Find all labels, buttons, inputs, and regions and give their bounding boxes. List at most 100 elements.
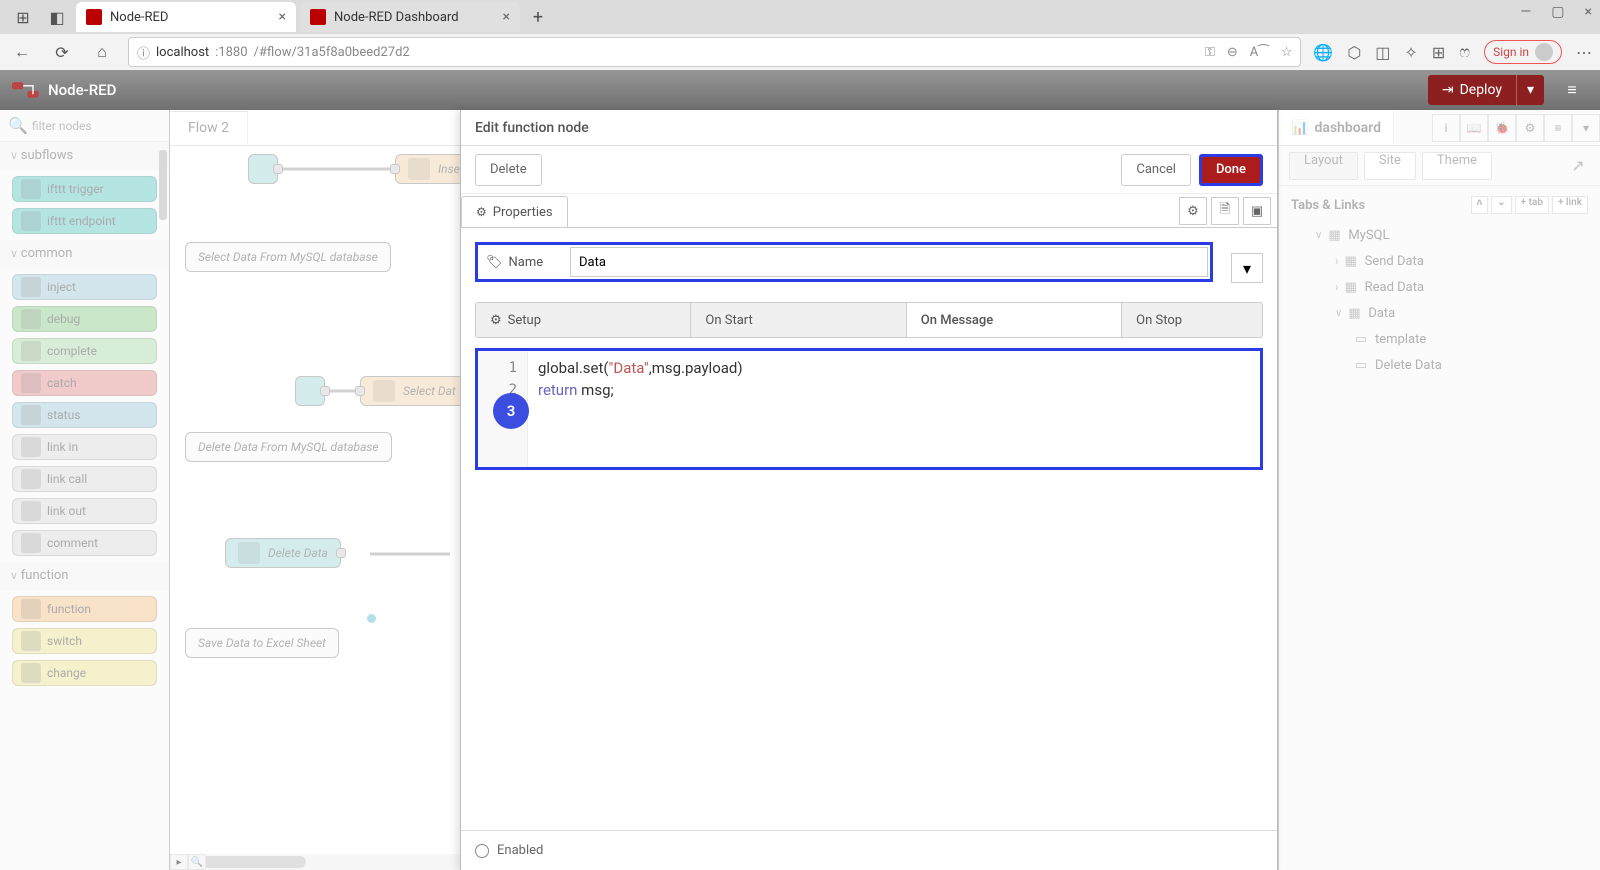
node-link-out[interactable]: link out [12, 498, 157, 524]
node-function[interactable]: function [12, 596, 157, 622]
canvas-node-inject[interactable] [295, 376, 325, 406]
close-window-icon[interactable]: × [1585, 4, 1592, 20]
deploy-caret-icon[interactable]: ▾ [1517, 82, 1544, 98]
node-switch[interactable]: switch [12, 628, 157, 654]
minimize-icon[interactable]: — [1520, 4, 1531, 20]
node-link-in[interactable]: link in [12, 434, 157, 460]
split-icon[interactable]: ◫ [1375, 43, 1390, 62]
debug-icon[interactable]: 🐞 [1488, 114, 1516, 142]
dashboard-tree: ▦MySQL ▦Send Data ▦Read Data ▦Data ▭temp… [1291, 222, 1588, 378]
code-editor[interactable]: 12 global.set("Data",msg.payload) return… [475, 348, 1263, 470]
name-input[interactable] [570, 247, 1208, 277]
book-icon[interactable]: 📖 [1460, 114, 1488, 142]
add-tab-button[interactable]: + tab [1515, 196, 1549, 214]
close-icon[interactable]: × [279, 9, 286, 25]
context-icon[interactable]: ≡ [1544, 114, 1572, 142]
node-complete[interactable]: complete [12, 338, 157, 364]
enabled-radio[interactable] [475, 844, 489, 858]
node-inject[interactable]: inject [12, 274, 157, 300]
browser-tab-2[interactable]: Node-RED Dashboard × [300, 2, 520, 32]
doc-icon-btn[interactable]: 🗎 [1211, 197, 1239, 225]
canvas-node[interactable]: Delete Data [225, 538, 341, 568]
workspace-icon[interactable]: ⊞ [8, 2, 38, 32]
sub-theme[interactable]: Theme [1422, 152, 1492, 180]
node-status[interactable]: status [12, 402, 157, 428]
palette-scrollbar[interactable] [159, 150, 167, 220]
puzzle-icon[interactable]: ⬡ [1347, 43, 1361, 62]
tab-onstart[interactable]: On Start [691, 303, 906, 337]
name-ext-btn[interactable]: ▾ [1231, 253, 1263, 283]
close-icon[interactable]: × [503, 9, 510, 25]
home-icon[interactable]: ⌂ [88, 38, 116, 66]
down-icon[interactable]: ⌄ [1491, 196, 1511, 214]
caret-icon[interactable]: ▾ [1572, 114, 1600, 142]
tree-item-mysql[interactable]: ▦MySQL [1291, 222, 1588, 248]
back-icon[interactable]: ← [8, 38, 36, 66]
sub-site[interactable]: Site [1364, 152, 1416, 180]
address-bar[interactable]: ⓘ localhost:1880/#flow/31a5f8a0beed27d2 … [128, 37, 1301, 67]
canvas-node[interactable]: Save Data to Excel Sheet [185, 628, 339, 658]
cancel-button[interactable]: Cancel [1121, 154, 1191, 186]
node-ifttt-trigger[interactable]: ifttt trigger [12, 176, 157, 202]
ext-icon[interactable]: 🌐 [1313, 43, 1333, 62]
node-comment[interactable]: comment [12, 530, 157, 556]
new-tab-button[interactable]: + [524, 3, 552, 31]
node-catch[interactable]: catch [12, 370, 157, 396]
filter-input[interactable] [32, 119, 161, 133]
cat-common[interactable]: common [0, 240, 169, 268]
cat-subflows[interactable]: subflows [0, 142, 169, 170]
canvas-node[interactable]: Select Dat [360, 376, 469, 406]
node-debug[interactable]: debug [12, 306, 157, 332]
tab-onstop[interactable]: On Stop [1122, 303, 1262, 337]
read-icon[interactable]: A⁀ [1250, 45, 1269, 60]
tabs-links-label: Tabs & Links [1291, 198, 1365, 213]
deploy-button[interactable]: ⇥ Deploy ▾ [1428, 75, 1544, 105]
node-icon-btn[interactable]: ▣ [1243, 197, 1271, 225]
key-icon[interactable]: ⚿ [1205, 45, 1215, 60]
flow-tab[interactable]: Flow 2 [170, 111, 248, 144]
refresh-icon[interactable]: ⟳ [48, 38, 76, 66]
fav-icon[interactable]: ✧ [1404, 43, 1417, 62]
node-link-call[interactable]: link call [12, 466, 157, 492]
tree-item-data[interactable]: ▦Data [1291, 300, 1588, 326]
properties-tab[interactable]: ⚙Properties [461, 196, 568, 227]
tab-onmessage[interactable]: On Message [907, 303, 1122, 337]
up-icon[interactable]: ʌ [1471, 196, 1489, 214]
node-ifttt-endpoint[interactable]: ifttt endpoint [12, 208, 157, 234]
zoom-icon[interactable]: ⊖ [1227, 45, 1238, 60]
canvas-search-icon[interactable]: 🔍 [188, 854, 206, 870]
tree-item[interactable]: ▭Delete Data [1291, 352, 1588, 378]
canvas-node[interactable]: Delete Data From MySQL database [185, 432, 392, 462]
tab-setup[interactable]: ⚙Setup [476, 303, 691, 337]
favicon-icon [86, 9, 102, 25]
done-button[interactable]: Done [1199, 154, 1263, 186]
node-change[interactable]: change [12, 660, 157, 686]
info-icon[interactable]: i [1432, 114, 1460, 142]
brand-text: Node-RED [48, 81, 116, 99]
canvas-node[interactable]: Select Data From MySQL database [185, 242, 391, 272]
grid-icon: ▦ [1348, 306, 1362, 320]
heart-icon[interactable]: ෆ [1459, 42, 1470, 62]
gear-icon-btn[interactable]: ⚙ [1179, 197, 1207, 225]
popout-icon[interactable]: ↗ [1566, 154, 1590, 178]
delete-button[interactable]: Delete [475, 154, 542, 186]
cat-function[interactable]: function [0, 562, 169, 590]
sidebar-tab-dashboard[interactable]: 📊 dashboard [1279, 110, 1394, 145]
tree-item[interactable]: ▦Send Data [1291, 248, 1588, 274]
config-icon[interactable]: ⚙ [1516, 114, 1544, 142]
canvas-node-inject[interactable] [248, 154, 278, 184]
tree-item[interactable]: ▭template [1291, 326, 1588, 352]
collections-icon[interactable]: ⊞ [1432, 43, 1445, 62]
maximize-icon[interactable]: ▢ [1551, 4, 1564, 20]
add-link-button[interactable]: + link [1552, 196, 1588, 214]
signin-button[interactable]: Sign in [1484, 40, 1562, 64]
sub-layout[interactable]: Layout [1289, 152, 1358, 180]
tree-item[interactable]: ▦Read Data [1291, 274, 1588, 300]
more-icon[interactable]: ⋯ [1576, 43, 1592, 62]
star-icon[interactable]: ☆ [1281, 45, 1293, 60]
canvas-nav-icon[interactable]: ▸ [170, 854, 188, 870]
browser-tab-1[interactable]: Node-RED × [76, 2, 296, 32]
info-icon[interactable]: ⓘ [137, 43, 150, 62]
menu-icon[interactable]: ≡ [1556, 74, 1588, 106]
sidebar-icon[interactable]: ◧ [42, 2, 72, 32]
